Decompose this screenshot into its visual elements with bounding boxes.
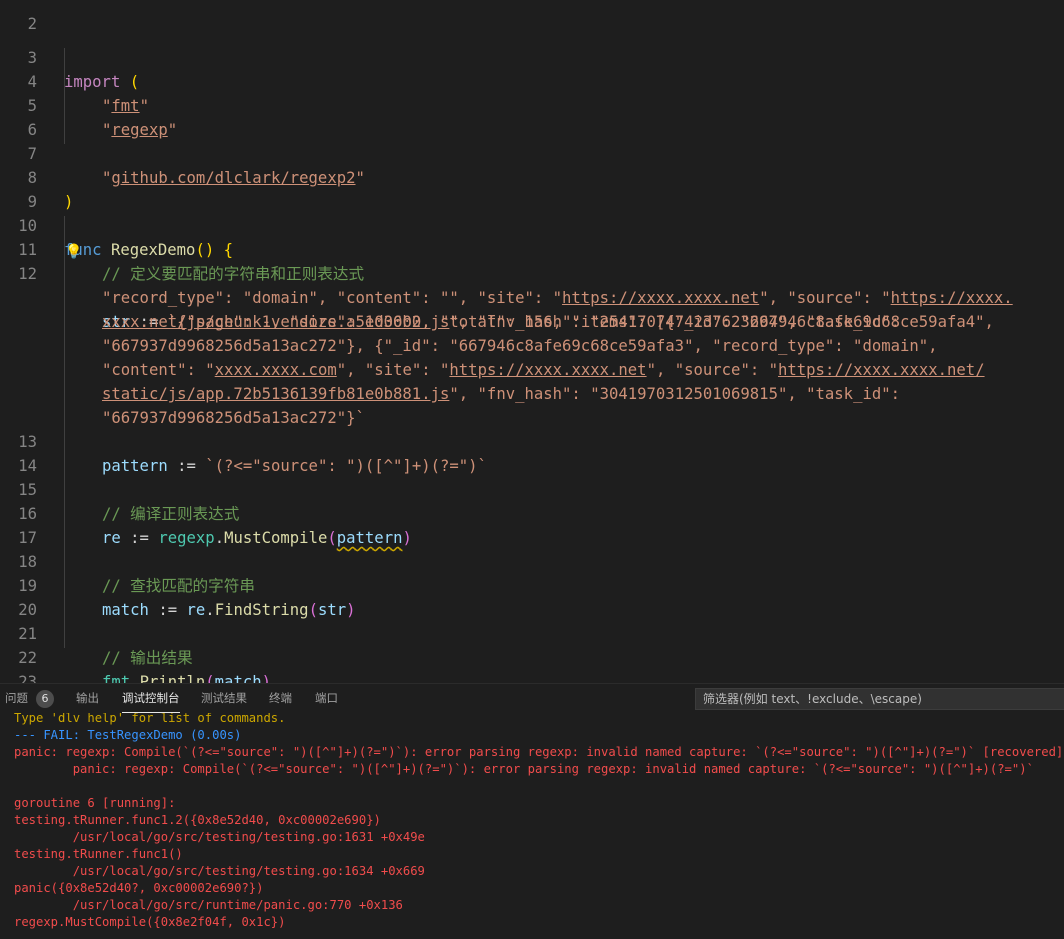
code-line[interactable]: 9 [0, 166, 1064, 211]
tab-label: 终端 [269, 691, 292, 705]
code-editor[interactable]: 2 3 import ( 4 "fmt" 5 "regexp" 6 7 "git… [0, 0, 1064, 683]
debug-console-output[interactable]: Type 'dlv help' for list of commands. --… [0, 713, 1064, 939]
code-line-wrap[interactable]: "667937d9968256d5a13ac272"}` [0, 382, 1064, 427]
code-line[interactable]: 19 match := re.FindString(str) [0, 550, 1064, 619]
code-line[interactable]: 7 "github.com/dlclark/regexp2" [0, 118, 1064, 187]
console-line: /usr/local/go/src/testing/testing.go:163… [14, 864, 425, 878]
code-line[interactable]: 15 // 编译正则表达式 [0, 454, 1064, 523]
code-line[interactable]: 3 import ( [0, 22, 1064, 91]
tab-label: 端口 [315, 691, 338, 705]
code-line[interactable]: 2 [0, 0, 1064, 33]
code-line[interactable]: 20 [0, 574, 1064, 619]
console-line: goroutine 6 [running]: [14, 796, 176, 810]
code-line[interactable]: 8 ) [0, 142, 1064, 211]
problems-count-badge: 6 [36, 690, 54, 708]
code-line-wrap[interactable]: xxxx.net/js/chunk-vendors.a5ed36b2.js", … [0, 286, 1064, 331]
console-line: panic: regexp: Compile(`(?<="source": ")… [14, 745, 1064, 759]
code-line[interactable]: 18 // 查找匹配的字符串 [0, 526, 1064, 595]
tab-debug-console[interactable]: 调试控制台 [122, 684, 180, 713]
tab-ports[interactable]: 端口 [315, 684, 338, 712]
code-line[interactable]: 21 // 输出结果 [0, 598, 1064, 667]
code-line[interactable]: 6 [0, 94, 1064, 139]
tab-terminal[interactable]: 终端 [269, 684, 292, 712]
console-line: panic({0x8e52d40?, 0xc00002e690?}) [14, 881, 264, 895]
code-line[interactable]: 17 [0, 502, 1064, 547]
tab-test-results[interactable]: 测试结果 [201, 684, 247, 712]
code-line[interactable]: 24 [0, 670, 1064, 683]
code-line[interactable]: 10 func RegexDemo() { [0, 190, 1064, 259]
code-line[interactable]: 22 fmt.Println(match) [0, 622, 1064, 683]
panel-tab-bar: 问题 6 输出 调试控制台 测试结果 终端 端口 筛选器(例如 text、!exc… [0, 683, 1064, 714]
code-line[interactable]: 12 💡 str := `{"page": 1, "size": 100000,… [0, 238, 1064, 331]
code-line-wrap[interactable]: "content": "xxxx.xxxx.com", "site": "htt… [0, 334, 1064, 379]
code-line-wrap[interactable]: "record_type": "domain", "content": "", … [0, 262, 1064, 307]
console-line: Type 'dlv help' for list of commands. [14, 713, 286, 725]
code-line[interactable]: 5 "regexp" [0, 70, 1064, 139]
code-line[interactable]: 11 // 定义要匹配的字符串和正则表达式 [0, 214, 1064, 283]
lightbulb-icon[interactable]: 💡 [65, 240, 82, 264]
console-line: /usr/local/go/src/testing/testing.go:163… [14, 830, 425, 844]
code-line[interactable]: 13 pattern := `(?<="source": ")([^"]+)(?… [0, 406, 1064, 475]
code-line[interactable]: 23 } [0, 646, 1064, 683]
code-line[interactable]: 14 [0, 430, 1064, 475]
code-line[interactable]: 16 re := regexp.MustCompile(pattern) [0, 478, 1064, 547]
tab-label: 调试控制台 [122, 691, 180, 705]
console-line: regexp.MustCompile({0x8e2f04f, 0x1c}) [14, 915, 286, 929]
code-line[interactable]: 4 "fmt" [0, 46, 1064, 115]
code-line-wrap[interactable]: "667937d9968256d5a13ac272"}, {"_id": "66… [0, 310, 1064, 355]
console-line: /usr/local/go/src/runtime/panic.go:770 +… [14, 898, 403, 912]
tab-output[interactable]: 输出 [76, 684, 99, 712]
code-line-wrap[interactable]: static/js/app.72b5136139fb81e0b881.js", … [0, 358, 1064, 403]
console-line: testing.tRunner.func1.2({0x8e52d40, 0xc0… [14, 813, 381, 827]
console-line: panic: regexp: Compile(`(?<="source": ")… [14, 762, 1034, 776]
tab-label: 测试结果 [201, 691, 247, 705]
console-line: --- FAIL: TestRegexDemo (0.00s) [14, 728, 242, 742]
console-line: testing.tRunner.func1() [14, 847, 183, 861]
tab-label: 输出 [76, 691, 99, 705]
tab-problems[interactable]: 问题 6 [5, 684, 54, 712]
filter-input[interactable]: 筛选器(例如 text、!exclude、\escape) [695, 688, 1064, 710]
tab-label: 问题 [5, 691, 28, 705]
